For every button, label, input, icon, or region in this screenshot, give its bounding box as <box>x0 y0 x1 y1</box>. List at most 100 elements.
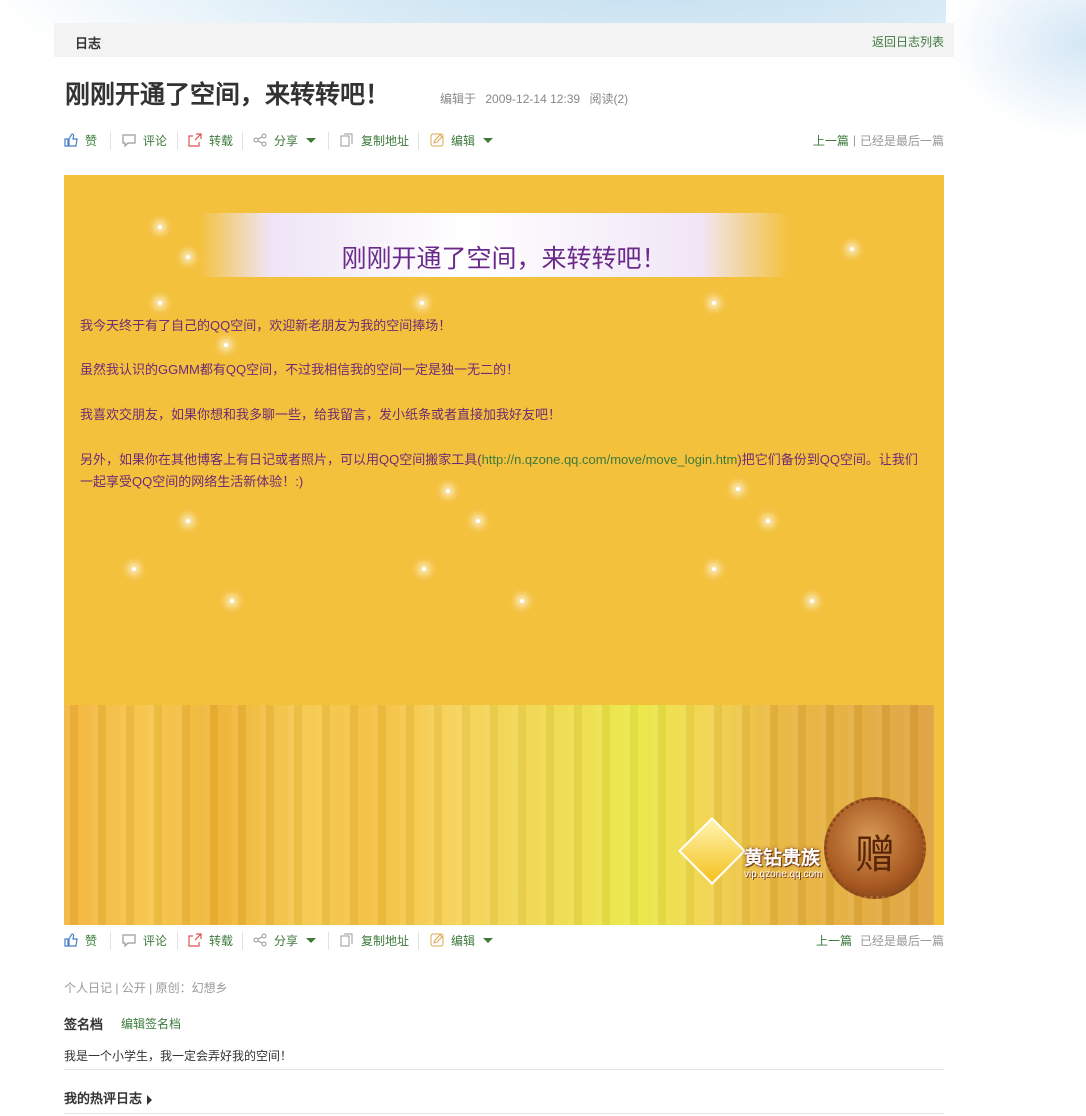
paragraph-4-text: 另外，如果你在其他博客上有日记或者照片，可以用QQ空间搬家工具( <box>80 452 482 467</box>
badge-url: vip.qzone.qq.com <box>744 869 823 880</box>
post-meta: 编辑于 2009-12-14 12:39 阅读(2) <box>440 90 634 107</box>
sparkle <box>158 301 162 305</box>
post-toolbar-top: 赞 评论 转载 分享 复制地址 编辑 上一篇 | 已经是最后一篇 <box>64 128 944 152</box>
thumbs-up-icon <box>64 133 78 147</box>
chevron-down-icon <box>306 137 317 143</box>
hot-posts-title: 我的热评日志 <box>64 1091 143 1106</box>
paragraph-2: 虽然我认识的GGMM都有QQ空间，不过我相信我的空间一定是独一无二的！ <box>80 362 520 377</box>
like-button[interactable]: 赞 <box>64 128 97 152</box>
share-label: 分享 <box>274 933 299 948</box>
divider <box>418 932 419 950</box>
chevron-down-icon <box>306 937 317 943</box>
sparkle <box>766 519 770 523</box>
repost-button[interactable]: 转载 <box>188 128 233 152</box>
divider <box>177 132 178 150</box>
post-content-card: 刚刚开通了空间，来转转吧！ 我今天终于有了自己的QQ空间，欢迎新老朋友为我的空间… <box>64 175 944 925</box>
card-edge <box>934 175 944 915</box>
cloud-decoration <box>946 0 1086 140</box>
paragraph-1: 我今天终于有了自己的QQ空间，欢迎新老朋友为我的空间捧场！ <box>80 318 452 333</box>
edit-label: 编辑 <box>451 133 476 148</box>
edit-icon <box>430 133 444 147</box>
repost-button[interactable]: 转载 <box>188 928 233 952</box>
copy-address-label: 复制地址 <box>361 133 410 148</box>
share-icon <box>253 133 267 147</box>
post-navigation: 上一篇 | 已经是最后一篇 <box>813 128 944 152</box>
divider <box>328 132 329 150</box>
comment-label: 评论 <box>143 933 168 948</box>
like-button[interactable]: 赞 <box>64 928 97 952</box>
sparkle <box>224 343 228 347</box>
thumbs-up-icon <box>64 933 78 947</box>
copy-icon <box>340 133 353 147</box>
hot-posts-toggle[interactable]: 我的热评日志 <box>64 1088 153 1107</box>
move-tool-link[interactable]: http://n.qzone.qq.com/move/move_login.ht… <box>482 452 738 467</box>
divider <box>418 132 419 150</box>
read-count: 阅读(2) <box>589 92 629 106</box>
sparkle <box>230 599 234 603</box>
repost-icon <box>188 133 202 147</box>
sparkle <box>476 519 480 523</box>
post-info: 个人日记 | 公开 | 原创：幻想乡 <box>64 981 228 995</box>
last-post-note: 已经是最后一篇 <box>859 933 944 948</box>
share-button[interactable]: 分享 <box>253 128 317 152</box>
sparkle <box>422 567 426 571</box>
sparkle <box>712 567 716 571</box>
divider <box>177 932 178 950</box>
signature-text: 我是一个小学生，我一定会弄好我的空间！ <box>64 1049 293 1063</box>
edit-signature-link[interactable]: 编辑签名档 <box>121 1015 181 1032</box>
divider <box>242 932 243 950</box>
like-label: 赞 <box>85 133 98 148</box>
edit-button[interactable]: 编辑 <box>430 928 494 952</box>
copy-address-button[interactable]: 复制地址 <box>340 928 409 952</box>
section-title: 日志 <box>75 36 102 51</box>
sparkle <box>158 225 162 229</box>
share-button[interactable]: 分享 <box>253 928 317 952</box>
sparkle <box>712 301 716 305</box>
signature-title: 签名档 <box>64 1017 104 1032</box>
divider <box>242 132 243 150</box>
chevron-down-icon <box>483 137 494 143</box>
back-to-list-link[interactable]: 返回日志列表 <box>872 33 944 50</box>
sparkle <box>810 599 814 603</box>
comment-button[interactable]: 评论 <box>122 128 167 152</box>
gift-seal-icon: 赠 <box>824 797 926 899</box>
vip-badge: 赠 黄钻贵族 vip.qzone.qq.com <box>678 797 926 899</box>
edited-time: 2009-12-14 12:39 <box>485 92 581 106</box>
paragraph-4: 另外，如果你在其他博客上有日记或者照片，可以用QQ空间搬家工具(http://n… <box>80 449 930 493</box>
seal-text: 赠 <box>855 832 895 878</box>
edit-button[interactable]: 编辑 <box>430 128 494 152</box>
share-icon <box>253 933 267 947</box>
badge-name: 黄钻贵族 <box>744 848 821 869</box>
banner-title: 刚刚开通了空间，来转转吧！ <box>341 245 667 273</box>
edit-icon <box>430 933 444 947</box>
diamond-icon <box>678 817 746 885</box>
copy-icon <box>340 933 353 947</box>
edited-label: 编辑于 <box>440 92 477 106</box>
divider <box>64 1113 944 1114</box>
nav-separator: | <box>852 133 856 147</box>
sparkle <box>186 519 190 523</box>
edit-label: 编辑 <box>451 933 476 948</box>
sparkle <box>520 599 524 603</box>
comment-icon <box>122 134 136 147</box>
repost-icon <box>188 933 202 947</box>
divider <box>110 132 111 150</box>
post-navigation: 上一篇 已经是最后一篇 <box>816 928 944 952</box>
comment-label: 评论 <box>143 133 168 148</box>
copy-address-label: 复制地址 <box>361 933 410 948</box>
post-title: 刚刚开通了空间，来转转吧！ <box>65 81 391 109</box>
chevron-down-icon <box>483 937 494 943</box>
copy-address-button[interactable]: 复制地址 <box>340 128 409 152</box>
last-post-note: 已经是最后一篇 <box>859 133 944 148</box>
repost-label: 转载 <box>209 933 234 948</box>
like-label: 赞 <box>85 933 98 948</box>
paragraph-3: 我喜欢交朋友，如果你想和我多聊一些，给我留言，发小纸条或者直接加我好友吧！ <box>80 407 562 422</box>
blog-page: 日志 返回日志列表 刚刚开通了空间，来转转吧！ 编辑于 2009-12-14 1… <box>54 23 954 1116</box>
prev-post-link[interactable]: 上一篇 <box>813 132 849 149</box>
share-label: 分享 <box>274 133 299 148</box>
post-toolbar-bottom: 赞 评论 转载 分享 复制地址 编辑 上一篇 已经是最后一篇 <box>64 928 944 952</box>
divider <box>64 1069 944 1070</box>
prev-post-link[interactable]: 上一篇 <box>816 932 852 949</box>
divider <box>328 932 329 950</box>
comment-button[interactable]: 评论 <box>122 928 167 952</box>
